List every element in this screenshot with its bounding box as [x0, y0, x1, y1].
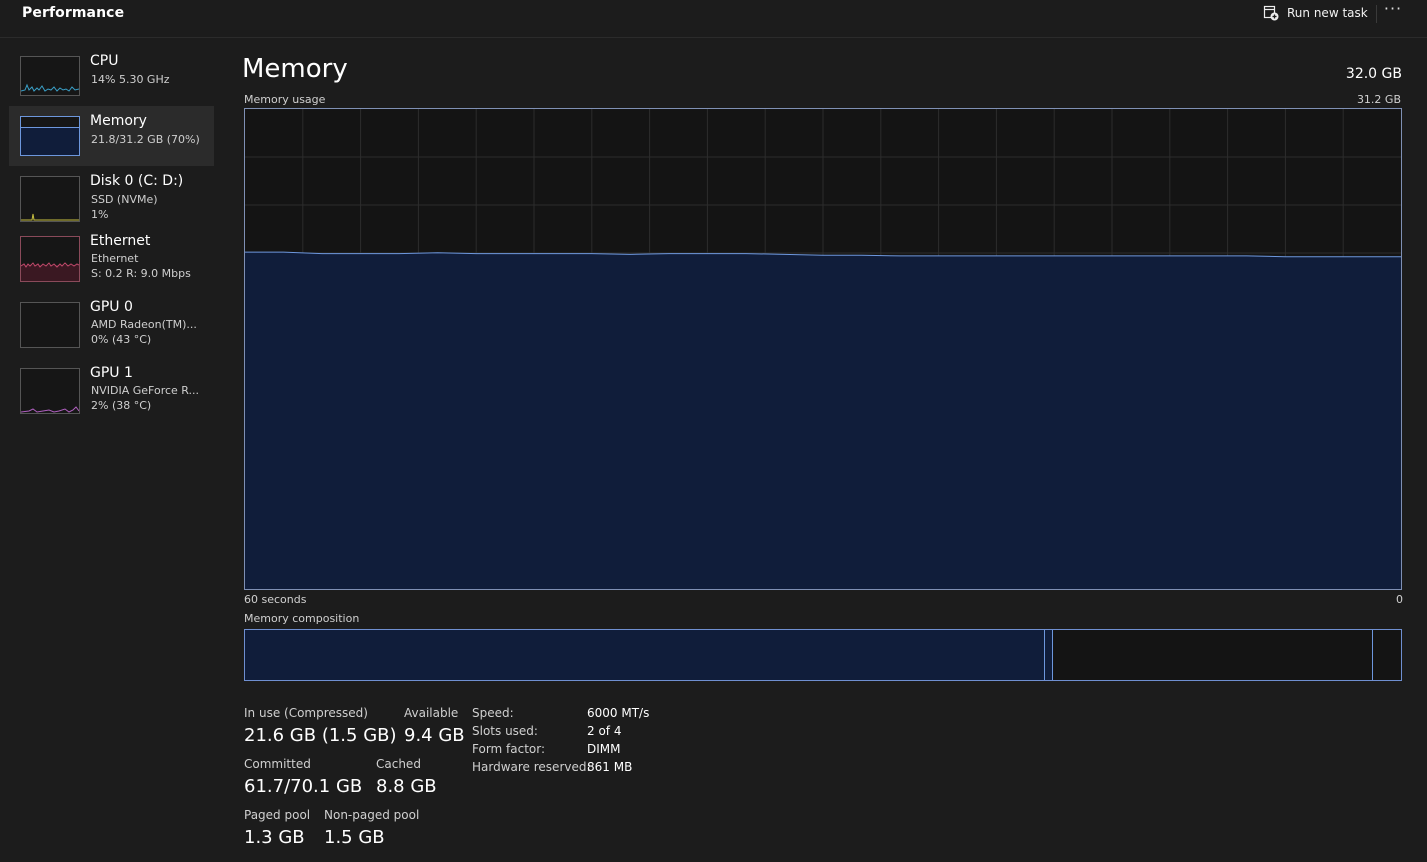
- non-paged-pool-label: Non-paged pool: [324, 808, 420, 822]
- title-bar: Performance Run new task ···: [0, 0, 1427, 38]
- disk-thumbnail-graph: [20, 176, 80, 222]
- gpu0-thumbnail-graph: [20, 302, 80, 348]
- sidebar-item-memory[interactable]: Memory 21.8/31.2 GB (70%): [9, 106, 214, 166]
- page-title: Memory: [242, 54, 348, 84]
- sidebar-item-label: GPU 0: [90, 299, 133, 315]
- sidebar-item-label: Disk 0 (C: D:): [90, 173, 184, 189]
- memory-usage-chart: [245, 109, 1401, 589]
- sidebar-item-detail: 21.8/31.2 GB (70%): [91, 133, 200, 146]
- cpu-thumbnail-graph: [20, 56, 80, 96]
- slots-used-label: Slots used:: [472, 724, 538, 738]
- sidebar-item-label: GPU 1: [90, 365, 133, 381]
- memory-thumbnail-graph: [20, 116, 80, 156]
- speed-value: 6000 MT/s: [587, 706, 650, 720]
- committed-value: 61.7/70.1 GB: [244, 776, 363, 797]
- non-paged-pool-value: 1.5 GB: [324, 827, 385, 848]
- memory-composition-label: Memory composition: [244, 612, 360, 625]
- slots-used-value: 2 of 4: [587, 724, 622, 738]
- app-title: Performance: [22, 5, 125, 21]
- sidebar-item-ethernet[interactable]: Ethernet Ethernet S: 0.2 R: 9.0 Mbps: [9, 232, 214, 292]
- sidebar-item-detail: SSD (NVMe): [91, 193, 158, 206]
- x-axis-right-label: 0: [1396, 593, 1403, 606]
- run-new-task-label: Run new task: [1287, 6, 1368, 20]
- composition-standby[interactable]: [1053, 630, 1373, 680]
- ethernet-thumbnail-graph: [20, 236, 80, 282]
- memory-usage-graph: [244, 108, 1402, 590]
- composition-modified[interactable]: [1045, 630, 1053, 680]
- chart-series: [245, 251, 1401, 589]
- sidebar-item-detail: Ethernet: [91, 252, 139, 265]
- paged-pool-value: 1.3 GB: [244, 827, 305, 848]
- sidebar-item-detail: AMD Radeon(TM)...: [91, 318, 197, 331]
- run-new-task-button[interactable]: Run new task: [1263, 3, 1368, 23]
- hardware-reserved-value: 861 MB: [587, 760, 633, 774]
- memory-usage-max: 31.2 GB: [1356, 93, 1401, 106]
- performance-sidebar: CPU 14% 5.30 GHz Memory 21.8/31.2 GB (70…: [9, 46, 214, 424]
- x-axis-left-label: 60 seconds: [244, 593, 307, 606]
- form-factor-value: DIMM: [587, 742, 621, 756]
- sidebar-item-detail-2: 2% (38 °C): [91, 399, 152, 412]
- form-factor-label: Form factor:: [472, 742, 546, 756]
- memory-usage-area: [245, 252, 1401, 589]
- committed-label: Committed: [244, 757, 311, 771]
- in-use-label: In use (Compressed): [244, 706, 368, 720]
- sidebar-item-detail-2: 1%: [91, 208, 109, 221]
- speed-label: Speed:: [472, 706, 514, 720]
- sidebar-item-cpu[interactable]: CPU 14% 5.30 GHz: [9, 46, 214, 106]
- toolbar-divider: [1376, 5, 1377, 23]
- composition-in-use[interactable]: [245, 630, 1046, 680]
- composition-free[interactable]: [1373, 630, 1401, 680]
- sidebar-item-detail-2: S: 0.2 R: 9.0 Mbps: [91, 267, 191, 280]
- paged-pool-label: Paged pool: [244, 808, 311, 822]
- cached-label: Cached: [376, 757, 421, 771]
- run-task-icon: [1263, 5, 1279, 21]
- sidebar-item-detail-2: 0% (43 °C): [91, 333, 152, 346]
- sidebar-item-detail: 14% 5.30 GHz: [91, 73, 170, 86]
- gpu1-thumbnail-graph: [20, 368, 80, 414]
- sidebar-item-label: Memory: [90, 113, 147, 129]
- sidebar-item-detail: NVIDIA GeForce R...: [91, 384, 200, 397]
- cached-value: 8.8 GB: [376, 776, 437, 797]
- sidebar-item-disk-0[interactable]: Disk 0 (C: D:) SSD (NVMe) 1%: [9, 166, 214, 226]
- hardware-reserved-label: Hardware reserved:: [472, 760, 591, 774]
- sidebar-item-gpu-1[interactable]: GPU 1 NVIDIA GeForce R... 2% (38 °C): [9, 364, 214, 424]
- total-memory: 32.0 GB: [1345, 66, 1402, 82]
- more-options-icon[interactable]: ···: [1378, 0, 1408, 24]
- sidebar-item-gpu-0[interactable]: GPU 0 AMD Radeon(TM)... 0% (43 °C): [9, 298, 214, 358]
- memory-usage-label: Memory usage: [244, 93, 326, 106]
- in-use-value: 21.6 GB (1.5 GB): [244, 725, 397, 746]
- available-value: 9.4 GB: [404, 725, 465, 746]
- sidebar-item-label: Ethernet: [90, 233, 151, 249]
- memory-composition-bar: [244, 629, 1402, 681]
- sidebar-item-label: CPU: [90, 53, 119, 69]
- available-label: Available: [404, 706, 459, 720]
